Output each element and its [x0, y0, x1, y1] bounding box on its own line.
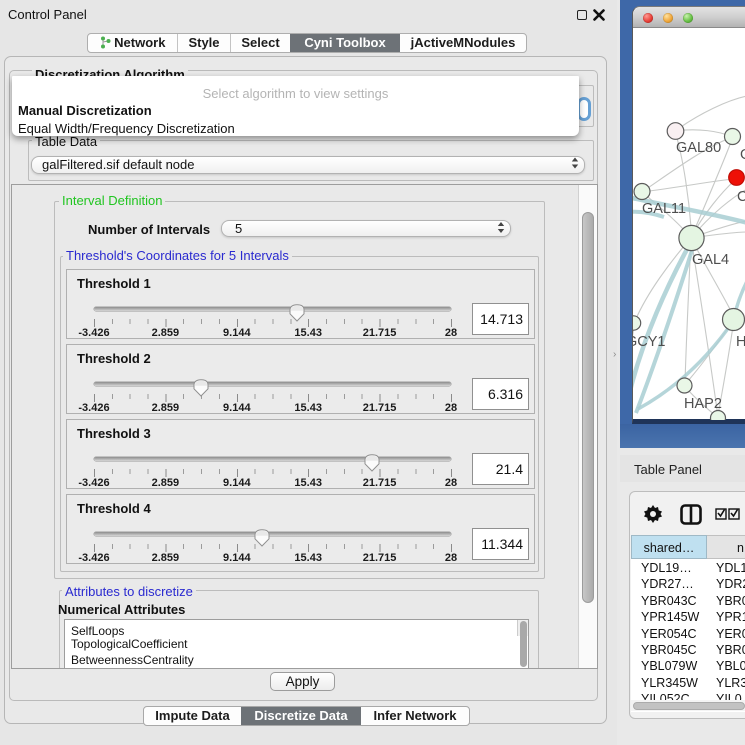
- svg-text:GAL11: GAL11: [642, 201, 686, 217]
- svg-text:C: C: [737, 189, 745, 205]
- svg-text:H: H: [736, 334, 745, 350]
- svg-text:GCY1: GCY1: [633, 334, 666, 350]
- svg-text:HAP2: HAP2: [684, 396, 722, 412]
- svg-text:GAL4: GAL4: [692, 252, 729, 268]
- svg-text:GA: GA: [740, 147, 745, 163]
- svg-text:GAL80: GAL80: [676, 140, 721, 156]
